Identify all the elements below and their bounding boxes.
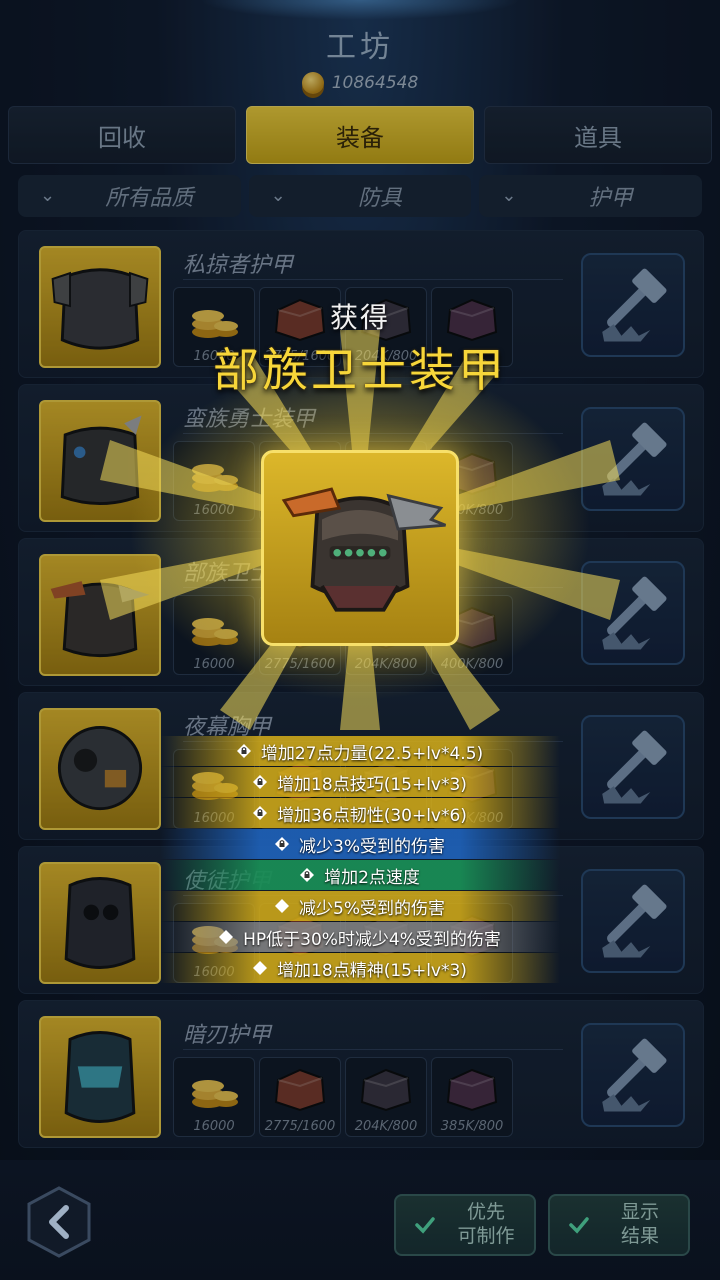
hammer-icon [602,422,667,496]
tab-label: 装备 [336,123,384,152]
checkmark-icon [415,1217,435,1234]
lock-icon [253,806,268,820]
hammer-icon [602,576,667,650]
material-slot: 16000 [173,441,255,521]
chevron-down-icon: ⌄ [501,185,517,206]
ore-icon [360,1068,412,1112]
material-list: 16000 2775/1600 204K/800 385K/800 [173,1057,513,1137]
craft-hammer-button[interactable] [581,407,685,511]
diamond-icon [219,930,234,944]
tab-items[interactable]: 道具 [484,106,712,164]
material-slot: 204K/800 [345,1057,427,1137]
filter-category-dropdown[interactable]: ⌄ 防具 [248,175,472,217]
divider [183,279,563,280]
divider [183,1049,563,1050]
filter-type-dropdown[interactable]: ⌄ 护甲 [479,175,703,217]
material-slot: 2775/1600 [259,1057,341,1137]
coin-balance: 10864548 [0,72,720,94]
tab-bar: 回收 装备 道具 [8,106,712,164]
stat-line: 增加2点速度 [160,860,560,890]
item-thumbnail[interactable] [39,862,161,984]
hammer-icon [602,730,667,804]
diamond-icon [275,899,289,913]
checkmark-icon [569,1217,589,1234]
recipe-row[interactable]: 暗刃护甲 16000 2775/1600 204K/800 385K/800 [18,1000,704,1148]
lock-icon [275,837,289,851]
craft-hammer-button[interactable] [581,869,685,973]
priority-craftable-toggle[interactable]: 优先 可制作 [394,1194,536,1256]
gain-label: 获得 [329,301,390,334]
stat-text: 增加2点速度 [324,867,420,888]
stat-text: 增加18点精神(15+lv*3) [277,960,467,981]
material-slot: 16000 [173,595,255,675]
coin-stack-icon [192,618,238,646]
material-slot: 16000 [173,1057,255,1137]
stat-line: 增加36点韧性(30+lv*6) [160,798,560,828]
lock-icon [300,868,315,882]
hammer-icon [602,1038,667,1112]
tab-label: 道具 [574,123,622,152]
material-amount: 2775/1600 [264,657,336,672]
lock-icon [253,775,268,789]
hammer-icon [602,884,667,958]
chevron-down-icon: ⌄ [40,185,56,206]
ore-icon [446,1068,498,1112]
stat-text: 增加27点力量(22.5+lv*4.5) [260,743,484,764]
chevron-down-icon: ⌄ [270,185,286,206]
tab-recycle[interactable]: 回收 [8,106,236,164]
item-thumbnail[interactable] [39,400,161,522]
stat-line: 减少3%受到的伤害 [160,829,560,859]
item-name: 蛮族勇士装甲 [183,407,316,432]
diamond-icon [253,961,268,975]
stat-line: HP低于30%时减少4%受到的伤害 [160,922,560,952]
page-title: 工坊 [326,30,394,65]
stat-line: 增加27点力量(22.5+lv*4.5) [160,736,560,766]
stat-text: 减少5%受到的伤害 [299,898,445,919]
item-name: 私掠者护甲 [183,253,294,278]
stat-line: 减少5%受到的伤害 [160,891,560,921]
item-name: 暗刃护甲 [183,1023,272,1048]
craft-hammer-button[interactable] [581,561,685,665]
material-amount: 2775/1600 [264,1119,336,1134]
stat-line: 增加18点精神(15+lv*3) [160,953,560,983]
material-amount: 400K/800 [440,657,504,672]
material-amount: 204K/800 [354,657,418,672]
material-slot: 385K/800 [431,1057,513,1137]
divider [183,433,563,434]
coin-stack-icon [192,1080,238,1108]
craft-hammer-button[interactable] [581,715,685,819]
stat-text: HP低于30%时减少4%受到的伤害 [243,929,501,950]
stat-line: 增加18点技巧(15+lv*3) [160,767,560,797]
gained-item-name: 部族卫士装甲 [213,343,507,397]
coin-icon [301,72,324,94]
stat-text: 减少3%受到的伤害 [299,836,445,857]
material-amount: 204K/800 [354,1119,418,1134]
stat-text: 增加36点韧性(30+lv*6) [277,805,467,826]
material-amount: 385K/800 [440,1119,504,1134]
workshop-screen: 工坊 10864548 回收 装备 道具 ⌄ 所有品质 ⌄ 防具 ⌄ 护甲 私掠者护甲… [0,0,720,1280]
item-thumbnail[interactable] [39,708,161,830]
material-amount: 16000 [193,657,235,672]
toggle-label: 显示 结果 [620,1201,659,1247]
show-result-toggle[interactable]: 显示 结果 [548,1194,690,1256]
top-glow [200,0,520,20]
craft-hammer-button[interactable] [581,1023,685,1127]
ore-icon [274,1068,326,1112]
back-button[interactable] [26,1186,92,1258]
filter-quality-dropdown[interactable]: ⌄ 所有品质 [18,175,241,217]
coin-stack-icon [192,464,238,492]
tab-equipment[interactable]: 装备 [246,106,474,164]
coin-amount: 10864548 [331,73,419,93]
filter-bar: ⌄ 所有品质 ⌄ 防具 ⌄ 护甲 [18,175,703,217]
lock-icon [236,744,251,758]
stat-text: 增加18点技巧(15+lv*3) [277,774,467,795]
tab-label: 回收 [98,123,146,152]
gained-item-image [261,450,459,646]
material-amount: 16000 [193,503,235,518]
toggle-label: 优先 可制作 [457,1201,515,1247]
item-thumbnail[interactable] [39,554,161,676]
material-amount: 16000 [193,1119,235,1134]
item-thumbnail[interactable] [39,1016,161,1138]
